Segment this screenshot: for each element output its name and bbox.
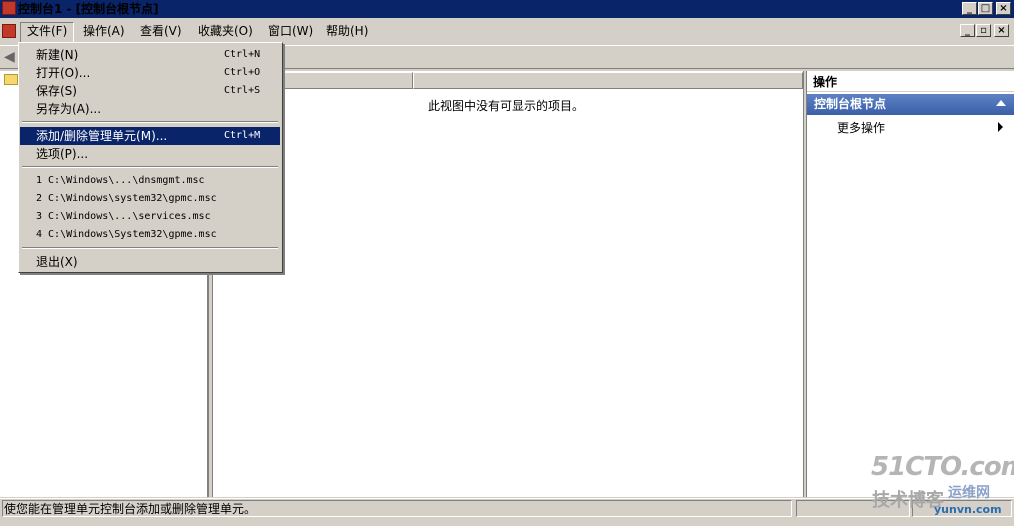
column-header-2[interactable] bbox=[413, 72, 803, 89]
maximize-button[interactable]: □ bbox=[978, 2, 993, 15]
mdi-restore-button[interactable]: ▫ bbox=[976, 24, 991, 37]
column-header-name[interactable] bbox=[284, 72, 413, 89]
menu-window[interactable]: 窗口(W) bbox=[262, 22, 319, 41]
folder-icon[interactable] bbox=[4, 74, 18, 85]
menu-item-recent-4[interactable]: 4 C:\Windows\System32\gpme.msc bbox=[20, 226, 280, 244]
close-button[interactable]: × bbox=[996, 2, 1011, 15]
mdi-minimize-button[interactable]: _ bbox=[960, 24, 975, 37]
menu-separator bbox=[22, 247, 278, 249]
watermark-yunwei: 运维网 bbox=[948, 485, 990, 501]
mdi-close-button[interactable]: × bbox=[994, 24, 1009, 37]
menu-view[interactable]: 查看(V) bbox=[134, 22, 188, 41]
menu-item-recent-2[interactable]: 2 C:\Windows\system32\gpmc.msc bbox=[20, 190, 280, 208]
more-actions-item[interactable]: 更多操作 bbox=[837, 120, 885, 136]
menu-item-new[interactable]: 新建(N) Ctrl+N bbox=[20, 46, 280, 64]
minimize-button[interactable]: _ bbox=[962, 2, 977, 15]
menu-item-exit[interactable]: 退出(X) bbox=[20, 253, 280, 271]
menu-separator bbox=[22, 121, 278, 123]
actions-group-header[interactable]: 控制台根节点 bbox=[807, 94, 1014, 115]
empty-view-message: 此视图中没有可显示的项目。 bbox=[428, 99, 585, 113]
watermark-yunvn: yunvn.com bbox=[934, 503, 1002, 516]
actions-group-title: 控制台根节点 bbox=[814, 97, 887, 111]
menu-file[interactable]: 文件(F) bbox=[20, 22, 75, 43]
menu-action[interactable]: 操作(A) bbox=[77, 22, 131, 41]
menu-item-open[interactable]: 打开(O)... Ctrl+O bbox=[20, 64, 280, 82]
window-title: 控制台1 - [控制台根节点] bbox=[18, 2, 159, 16]
status-text: 使您能在管理单元控制台添加或删除管理单元。 bbox=[2, 500, 792, 517]
menu-separator bbox=[22, 166, 278, 168]
collapse-up-icon[interactable] bbox=[996, 100, 1006, 106]
submenu-arrow-icon[interactable] bbox=[998, 122, 1003, 132]
menu-item-save[interactable]: 保存(S) Ctrl+S bbox=[20, 82, 280, 100]
menu-item-options[interactable]: 选项(P)... bbox=[20, 145, 280, 163]
menu-item-save-as[interactable]: 另存为(A)... bbox=[20, 100, 280, 118]
menu-item-recent-1[interactable]: 1 C:\Windows\...\dnsmgmt.msc bbox=[20, 172, 280, 190]
mdi-app-icon[interactable] bbox=[2, 24, 16, 38]
actions-pane-title: 操作 bbox=[807, 72, 1014, 92]
watermark-51cto: 51CTO.com bbox=[871, 452, 1014, 482]
results-pane[interactable] bbox=[212, 71, 804, 497]
menu-item-add-remove-snapin[interactable]: 添加/删除管理单元(M)... Ctrl+M bbox=[20, 127, 280, 145]
menu-help[interactable]: 帮助(H) bbox=[320, 22, 374, 41]
menu-item-recent-3[interactable]: 3 C:\Windows\...\services.msc bbox=[20, 208, 280, 226]
menu-favorites[interactable]: 收藏夹(O) bbox=[192, 22, 259, 41]
mmc-app-icon[interactable] bbox=[2, 1, 16, 15]
back-arrow-icon[interactable]: ◀ bbox=[4, 50, 18, 64]
